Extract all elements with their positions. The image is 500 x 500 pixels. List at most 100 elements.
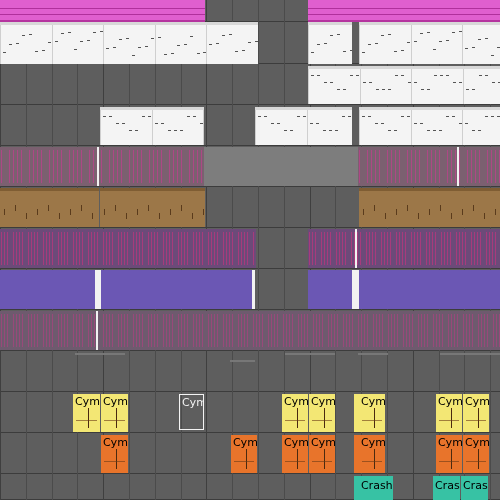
waveform-marker	[396, 209, 397, 215]
waveform-marker	[15, 205, 16, 211]
midi-note	[374, 123, 378, 124]
waveform-transient	[16, 232, 17, 265]
midi-note	[432, 49, 436, 50]
cym-clip-orange-8[interactable]: Cym	[463, 435, 489, 473]
audio-clip-indigo-4[interactable]	[359, 270, 500, 309]
midi-note	[119, 39, 123, 40]
midi-note	[394, 130, 398, 131]
waveform-transient	[376, 314, 377, 347]
midi-note	[154, 123, 158, 124]
cym-clip-orange-3[interactable]: Cym	[282, 435, 308, 473]
waveform-transient	[315, 232, 316, 265]
audio-clip-purple-1[interactable]	[0, 229, 256, 268]
crash-clip-teal-4[interactable]: Cras	[461, 476, 488, 500]
cym-clip-yellow-6[interactable]: Cym	[359, 394, 385, 432]
waveform-transient	[184, 314, 185, 347]
waveform-transient	[268, 314, 269, 347]
audio-clip-brown-3[interactable]	[359, 188, 500, 227]
cym-clip-orange-2[interactable]: Cym	[231, 435, 257, 473]
crash-clip-teal-2[interactable]: Crash	[359, 476, 393, 500]
midi-note	[317, 75, 321, 76]
waveform-transient	[151, 314, 152, 347]
waveform-transient	[101, 150, 102, 183]
waveform-transient	[58, 314, 59, 347]
midi-clip-white-1a[interactable]	[0, 22, 258, 64]
midi-clip-white-3a[interactable]	[100, 107, 204, 145]
midi-note	[336, 34, 340, 35]
waveform-transient	[223, 232, 224, 265]
audio-clip-indigo-1[interactable]	[0, 270, 95, 309]
track-lane-crash-teal[interactable]	[0, 474, 500, 500]
midi-note	[381, 35, 385, 36]
cym-clip-yellow-2[interactable]: Cym	[101, 394, 128, 432]
waveform-baseline	[312, 461, 332, 462]
audio-clip-indigo-2[interactable]	[101, 270, 252, 309]
automation-tick	[230, 360, 255, 362]
audio-clip-brown-1[interactable]	[0, 188, 99, 227]
cym-clip-orange-7[interactable]: Cym	[436, 435, 462, 473]
waveform-transient	[49, 150, 50, 183]
waveform-transient	[109, 150, 110, 183]
waveform-transient	[334, 314, 335, 347]
cym-clip-orange-1[interactable]: Cym	[101, 435, 128, 473]
midi-note	[141, 116, 145, 117]
cym-clip-orange-4[interactable]: Cym	[309, 435, 335, 473]
waveform-transient	[405, 232, 406, 265]
midi-clip-pink-2[interactable]	[308, 0, 500, 22]
waveform-transient	[37, 232, 38, 265]
waveform-marker	[126, 213, 127, 219]
cym-clip-yellow-3[interactable]: Cym	[282, 394, 308, 432]
midi-clip-white-2[interactable]	[308, 66, 500, 104]
midi-note	[374, 43, 378, 44]
cym-clip-orange-6[interactable]: Cym	[359, 435, 385, 473]
waveform-transient	[358, 314, 359, 347]
audio-clip-purple-2[interactable]	[308, 229, 500, 268]
midi-note	[290, 130, 294, 131]
waveform-transient	[397, 314, 398, 347]
midi-clip-pink-1[interactable]	[0, 0, 205, 22]
waveform-marker	[484, 213, 485, 219]
waveform-transient	[217, 232, 218, 265]
clip-bar-line	[462, 25, 464, 64]
cym-clip-yellow-4[interactable]: Cym	[309, 394, 335, 432]
waveform-transient	[418, 314, 419, 347]
midi-note	[381, 89, 385, 90]
waveform-transient	[298, 314, 299, 347]
waveform-transient	[367, 150, 368, 183]
clip-bar-line	[359, 69, 361, 104]
waveform-spike	[116, 449, 117, 469]
clip-bar-line	[51, 25, 53, 64]
audio-clip-brown-2[interactable]	[100, 188, 205, 227]
clip-bar-line	[151, 110, 153, 145]
track-lane-empty[interactable]	[0, 351, 500, 392]
waveform-transient	[487, 150, 488, 183]
waveform-transient	[142, 232, 143, 265]
midi-clip-white-3b[interactable]	[255, 107, 352, 145]
cym-clip-yellow-7[interactable]: Cym	[436, 394, 462, 432]
waveform-baseline	[285, 420, 305, 421]
waveform-transient	[336, 232, 337, 265]
cym-clip-yellow-1[interactable]: Cym	[73, 394, 100, 432]
cym-clip-empty[interactable]: Cym	[179, 394, 204, 430]
audio-clip-indigo-3[interactable]	[308, 270, 352, 309]
waveform-transient	[253, 314, 254, 347]
clip-bar-line	[410, 25, 412, 64]
audio-clip-mauve-2[interactable]	[358, 147, 500, 186]
midi-clip-white-3c[interactable]	[359, 107, 500, 145]
midi-note	[61, 33, 65, 34]
crash-clip-teal-3[interactable]: Cras	[433, 476, 460, 500]
midi-note	[93, 32, 97, 33]
waveform-transient	[73, 150, 74, 183]
midi-clip-white-1b[interactable]	[308, 22, 352, 64]
cym-clip-yellow-8[interactable]: Cym	[463, 394, 489, 432]
waveform-transient	[141, 150, 142, 183]
waveform-transient	[396, 232, 397, 265]
midi-clip-white-1c[interactable]	[359, 22, 500, 64]
waveform-transient	[189, 150, 190, 183]
midi-note	[132, 55, 135, 56]
audio-clip-violet-1[interactable]	[0, 311, 500, 350]
waveform-marker	[59, 213, 60, 219]
audio-clip-mauve-1[interactable]	[0, 147, 204, 186]
audio-clip-mauve-gray[interactable]	[204, 147, 358, 186]
waveform-transient	[1, 314, 2, 347]
